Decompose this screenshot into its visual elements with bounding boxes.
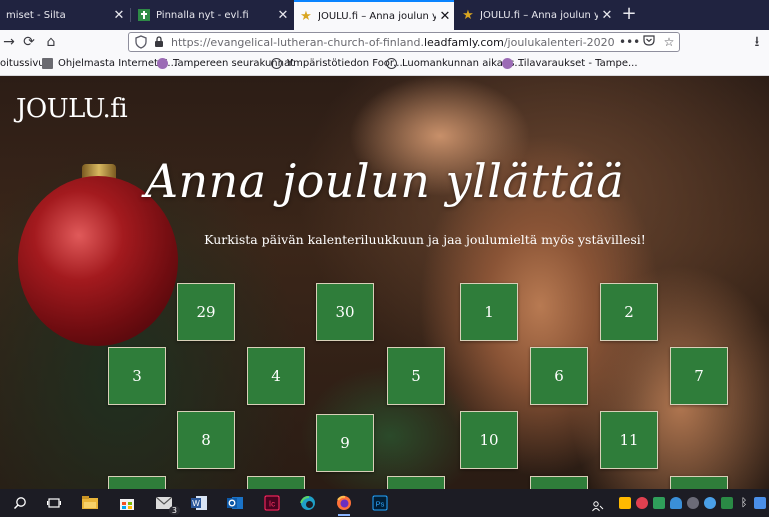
photoshop-icon[interactable]: Ps [370, 493, 390, 513]
tray-app-icon[interactable] [619, 497, 631, 509]
globe-icon [386, 58, 397, 69]
edge-icon[interactable] [298, 493, 318, 513]
calendar-door[interactable] [387, 476, 445, 489]
file-explorer-icon[interactable] [80, 493, 100, 513]
tray-app-icon[interactable] [636, 497, 648, 509]
tray-app-icon[interactable] [687, 497, 699, 509]
calendar-door[interactable]: 29 [177, 283, 235, 341]
windows-taskbar: 3 W Ic Ps ᛒ [0, 489, 769, 517]
people-icon[interactable] [592, 497, 604, 512]
calendar-door[interactable]: 2 [600, 283, 658, 341]
bookmark-item[interactable]: oitussivu [0, 58, 45, 69]
tab-title: Pinnalla nyt - evl.fi [156, 9, 249, 21]
close-icon[interactable]: ✕ [110, 8, 128, 23]
onedrive-icon[interactable] [670, 497, 682, 509]
calendar-door[interactable]: 9 [316, 414, 374, 472]
page-subtitle: Kurkista päivän kalenteriluukkuun ja jaa… [204, 232, 646, 247]
site-favicon-icon [157, 58, 168, 69]
bookmark-item[interactable]: Tilavaraukset - Tampe... [502, 58, 638, 69]
tab-title: miset - Silta [6, 9, 66, 21]
star-favicon-icon: ★ [300, 8, 312, 24]
tab-silta[interactable]: miset - Silta ✕ [0, 2, 128, 28]
bookmarks-toolbar: oitussivu Ohjelmasta Internet E... Tampe… [0, 54, 769, 76]
tray-app-icon[interactable] [754, 497, 766, 509]
tab-strip: miset - Silta ✕ Pinnalla nyt - evl.fi ✕ … [0, 0, 769, 30]
bookmark-label: Tilavaraukset - Tampe... [518, 58, 638, 69]
close-icon[interactable]: ✕ [274, 8, 292, 23]
tab-joulu[interactable]: ★ JOULU.fi – Anna joulun yllättää ✕ [456, 2, 616, 28]
tray-app-icon[interactable] [704, 497, 716, 509]
home-icon[interactable]: ⌂ [42, 33, 60, 51]
calendar-door[interactable]: 7 [670, 347, 728, 405]
tab-separator [130, 8, 131, 22]
pocket-icon[interactable] [641, 34, 657, 50]
firefox-icon[interactable] [334, 493, 354, 516]
bookmark-item[interactable]: Ympäristötiedon Foor... [271, 58, 403, 69]
calendar-door[interactable]: 3 [108, 347, 166, 405]
bookmark-label: oitussivu [0, 58, 45, 69]
tray-app-icon[interactable] [653, 497, 665, 509]
calendar-door[interactable] [108, 476, 166, 489]
indesign-icon[interactable]: Ic [262, 493, 282, 513]
page-actions-button[interactable]: ••• [619, 34, 640, 50]
close-icon[interactable]: ✕ [436, 9, 454, 24]
security-icon[interactable] [721, 497, 733, 509]
address-bar[interactable]: https://evangelical-lutheran-church-of-f… [128, 32, 680, 52]
svg-text:W: W [192, 499, 200, 508]
navigation-bar: → ⟳ ⌂ https://evangelical-lutheran-churc… [0, 30, 769, 54]
word-icon[interactable]: W [189, 493, 209, 513]
bluetooth-icon[interactable]: ᛒ [738, 497, 750, 509]
tab-title: JOULU.fi – Anna joulun yllättää [318, 10, 436, 22]
calendar-door[interactable] [670, 476, 728, 489]
outlook-icon[interactable] [225, 493, 245, 513]
calendar-door[interactable]: 5 [387, 347, 445, 405]
tracking-shield-icon[interactable] [135, 35, 147, 49]
close-icon[interactable]: ✕ [598, 8, 616, 23]
new-tab-button[interactable]: + [619, 3, 639, 27]
calendar-door[interactable]: 8 [177, 411, 235, 469]
tab-joulu-active[interactable]: ★ JOULU.fi – Anna joulun yllättää ✕ [294, 0, 454, 30]
store-icon[interactable] [117, 493, 137, 513]
bookmark-star-icon[interactable]: ☆ [661, 34, 677, 50]
calendar-door[interactable]: 11 [600, 411, 658, 469]
page-title: Anna joulun yllättää [144, 154, 625, 208]
search-icon[interactable] [10, 493, 30, 513]
calendar-door[interactable] [530, 476, 588, 489]
svg-text:Ps: Ps [376, 500, 385, 509]
cross-favicon-icon [138, 9, 150, 21]
downloads-icon[interactable]: ⭳ [748, 33, 766, 51]
calendar-door[interactable]: 4 [247, 347, 305, 405]
calendar-door[interactable] [247, 476, 305, 489]
globe-icon [271, 58, 282, 69]
reload-icon[interactable]: ⟳ [20, 33, 38, 51]
calendar-door[interactable]: 10 [460, 411, 518, 469]
calendar-door[interactable]: 6 [530, 347, 588, 405]
folder-icon [42, 58, 53, 69]
url-text: https://evangelical-lutheran-church-of-f… [171, 36, 615, 49]
calendar-door[interactable]: 1 [460, 283, 518, 341]
back-arrow-icon[interactable]: → [0, 33, 18, 51]
lock-icon[interactable] [154, 36, 164, 48]
svg-text:Ic: Ic [269, 500, 275, 509]
site-logo[interactable]: JOULU.fi [16, 94, 128, 124]
mail-icon[interactable]: 3 [154, 493, 180, 515]
task-view-icon[interactable] [44, 493, 64, 513]
advent-calendar-page: JOULU.fi Anna joulun yllättää Kurkista p… [0, 76, 769, 489]
mail-badge: 3 [168, 506, 180, 515]
tab-title: JOULU.fi – Anna joulun yllättää [480, 9, 598, 21]
site-favicon-icon [502, 58, 513, 69]
star-favicon-icon: ★ [462, 7, 474, 23]
tab-evl[interactable]: Pinnalla nyt - evl.fi ✕ [132, 2, 292, 28]
calendar-door[interactable]: 30 [316, 283, 374, 341]
